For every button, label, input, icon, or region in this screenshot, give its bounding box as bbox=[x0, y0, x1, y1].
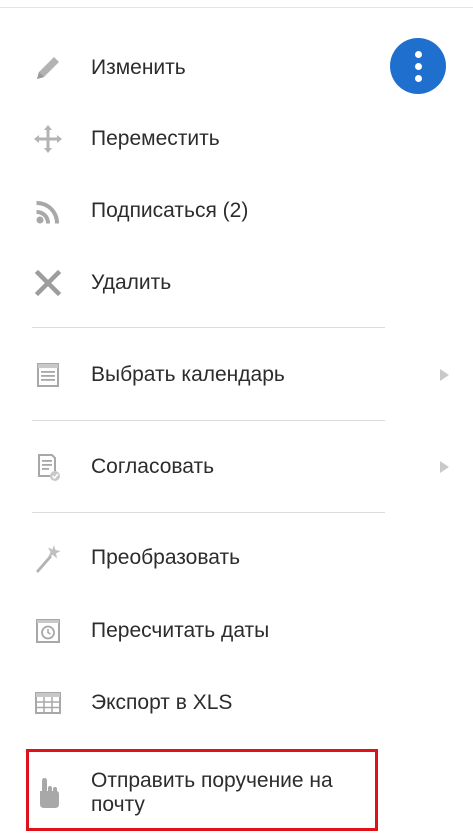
menu-item-export-xls[interactable]: Экспорт в XLS bbox=[28, 681, 458, 725]
menu-item-select-calendar[interactable]: Выбрать календарь bbox=[28, 353, 458, 397]
recalc-dates-icon bbox=[28, 615, 68, 647]
top-border bbox=[0, 7, 473, 8]
close-icon bbox=[28, 267, 68, 299]
menu-item-label: Выбрать календарь bbox=[91, 363, 285, 386]
menu-item-label: Отправить поручение на почту bbox=[91, 769, 333, 816]
menu-divider bbox=[32, 327, 385, 328]
menu-item-delete[interactable]: Удалить bbox=[28, 261, 458, 305]
move-icon bbox=[28, 123, 68, 155]
menu-item-recalculate-dates[interactable]: Пересчитать даты bbox=[28, 609, 458, 653]
submenu-arrow-icon bbox=[440, 461, 449, 473]
pencil-icon bbox=[28, 52, 68, 84]
menu-item-label: Переместить bbox=[91, 127, 220, 150]
hand-pointer-icon bbox=[34, 774, 64, 810]
approve-document-icon bbox=[28, 451, 68, 483]
menu-item-label: Пересчитать даты bbox=[91, 619, 270, 642]
menu-item-transform[interactable]: Преобразовать bbox=[28, 536, 458, 580]
menu-divider bbox=[32, 420, 385, 421]
menu-item-move[interactable]: Переместить bbox=[28, 117, 458, 161]
menu-item-subscribe[interactable]: Подписаться (2) bbox=[28, 189, 458, 233]
submenu-arrow-icon bbox=[440, 369, 449, 381]
menu-divider bbox=[32, 512, 385, 513]
menu-item-label: Удалить bbox=[91, 271, 172, 294]
calendar-icon bbox=[28, 359, 68, 391]
menu-item-label: Подписаться (2) bbox=[91, 199, 249, 222]
menu-item-label: Изменить bbox=[91, 56, 186, 79]
menu-item-label: Согласовать bbox=[91, 455, 215, 478]
more-options-button[interactable] bbox=[390, 38, 446, 94]
menu-item-send-task-email[interactable]: Отправить поручение на почту bbox=[26, 749, 378, 831]
menu-item-label: Преобразовать bbox=[91, 546, 241, 569]
table-icon bbox=[28, 687, 68, 719]
rss-icon bbox=[28, 195, 68, 227]
magic-wand-icon bbox=[28, 542, 68, 574]
vertical-dots-icon bbox=[414, 50, 422, 58]
menu-item-label: Экспорт в XLS bbox=[91, 691, 233, 714]
menu-item-approve[interactable]: Согласовать bbox=[28, 445, 458, 489]
